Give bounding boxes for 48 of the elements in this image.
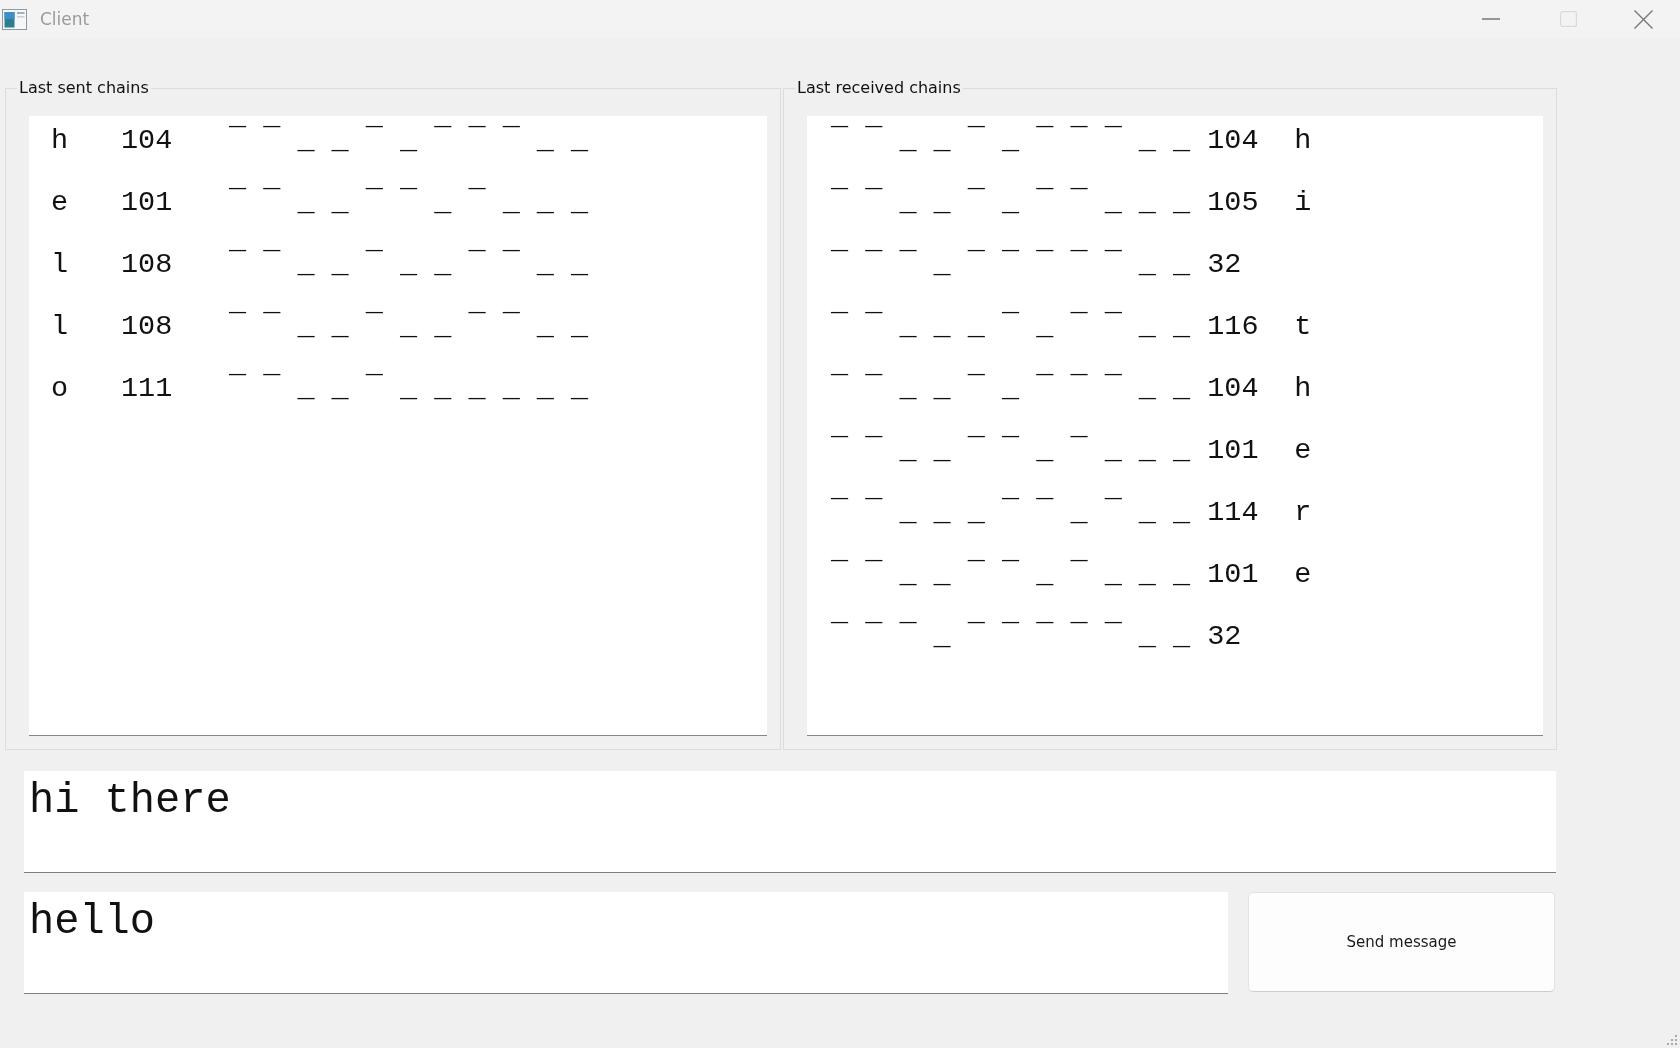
close-icon (1633, 9, 1653, 29)
character-text: h (51, 124, 70, 158)
character-text: i (1294, 186, 1312, 220)
chain-text: ¯ ¯ _ _ ¯ _ ¯ ¯ _ _ _ (831, 186, 1191, 220)
char-code-text: 101 (1207, 434, 1260, 468)
character-text: h (1294, 372, 1312, 406)
chain-text: ¯ ¯ _ _ _ ¯ _ ¯ ¯ _ _ (831, 310, 1191, 344)
resize-grip-icon[interactable] (1667, 1035, 1678, 1046)
character-text: e (1294, 558, 1312, 592)
chain-text: ¯ ¯ _ _ ¯ _ _ _ _ _ _ (229, 372, 589, 406)
char-code-text: 108 (121, 310, 174, 344)
character-text: h (1294, 124, 1312, 158)
chain-text: ¯ ¯ _ _ ¯ _ ¯ ¯ ¯ _ _ (831, 124, 1191, 158)
chain-text: ¯ ¯ _ _ ¯ ¯ _ ¯ _ _ _ (831, 434, 1191, 468)
message-input-field[interactable]: hello (24, 892, 1228, 994)
chain-text: ¯ ¯ _ _ _ ¯ ¯ _ ¯ _ _ (831, 496, 1191, 530)
char-code-text: 104 (1207, 124, 1260, 158)
received-text-field[interactable]: hi there (24, 771, 1556, 873)
character-text: l (51, 248, 70, 282)
char-code-text: 114 (1207, 496, 1260, 530)
chain-text: ¯ ¯ _ _ ¯ ¯ _ ¯ _ _ _ (229, 186, 589, 220)
char-code-text: 104 (1207, 372, 1260, 406)
char-code-text: 105 (1207, 186, 1260, 220)
char-code-text: 108 (121, 248, 174, 282)
char-code-text: 111 (121, 372, 174, 406)
char-code-text: 32 (1207, 248, 1243, 282)
chain-text: ¯ ¯ ¯ _ ¯ ¯ ¯ ¯ ¯ _ _ (831, 620, 1191, 654)
character-text: o (51, 372, 70, 406)
char-code-text: 101 (1207, 558, 1260, 592)
chain-text: ¯ ¯ _ _ ¯ _ _ ¯ ¯ _ _ (229, 248, 589, 282)
chain-text: ¯ ¯ _ _ ¯ _ ¯ ¯ ¯ _ _ (229, 124, 589, 158)
window-title: Client (40, 9, 90, 29)
minimize-icon (1482, 18, 1500, 20)
char-code-text: 101 (121, 186, 174, 220)
character-text: l (51, 310, 70, 344)
character-text: t (1294, 310, 1312, 344)
char-code-text: 116 (1207, 310, 1260, 344)
character-text: e (1294, 434, 1312, 468)
chain-text: ¯ ¯ _ _ ¯ _ ¯ ¯ ¯ _ _ (831, 372, 1191, 406)
maximize-icon (1559, 11, 1577, 27)
chain-text: ¯ ¯ ¯ _ ¯ ¯ ¯ ¯ ¯ _ _ (831, 248, 1191, 282)
character-text: e (51, 186, 70, 220)
chain-text: ¯ ¯ _ _ ¯ _ _ ¯ ¯ _ _ (229, 310, 589, 344)
char-code-text: 104 (121, 124, 174, 158)
send-message-button[interactable]: Send message (1248, 892, 1555, 992)
chain-text: ¯ ¯ _ _ ¯ ¯ _ ¯ _ _ _ (831, 558, 1191, 592)
char-code-text: 32 (1207, 620, 1243, 654)
character-text: r (1294, 496, 1312, 530)
